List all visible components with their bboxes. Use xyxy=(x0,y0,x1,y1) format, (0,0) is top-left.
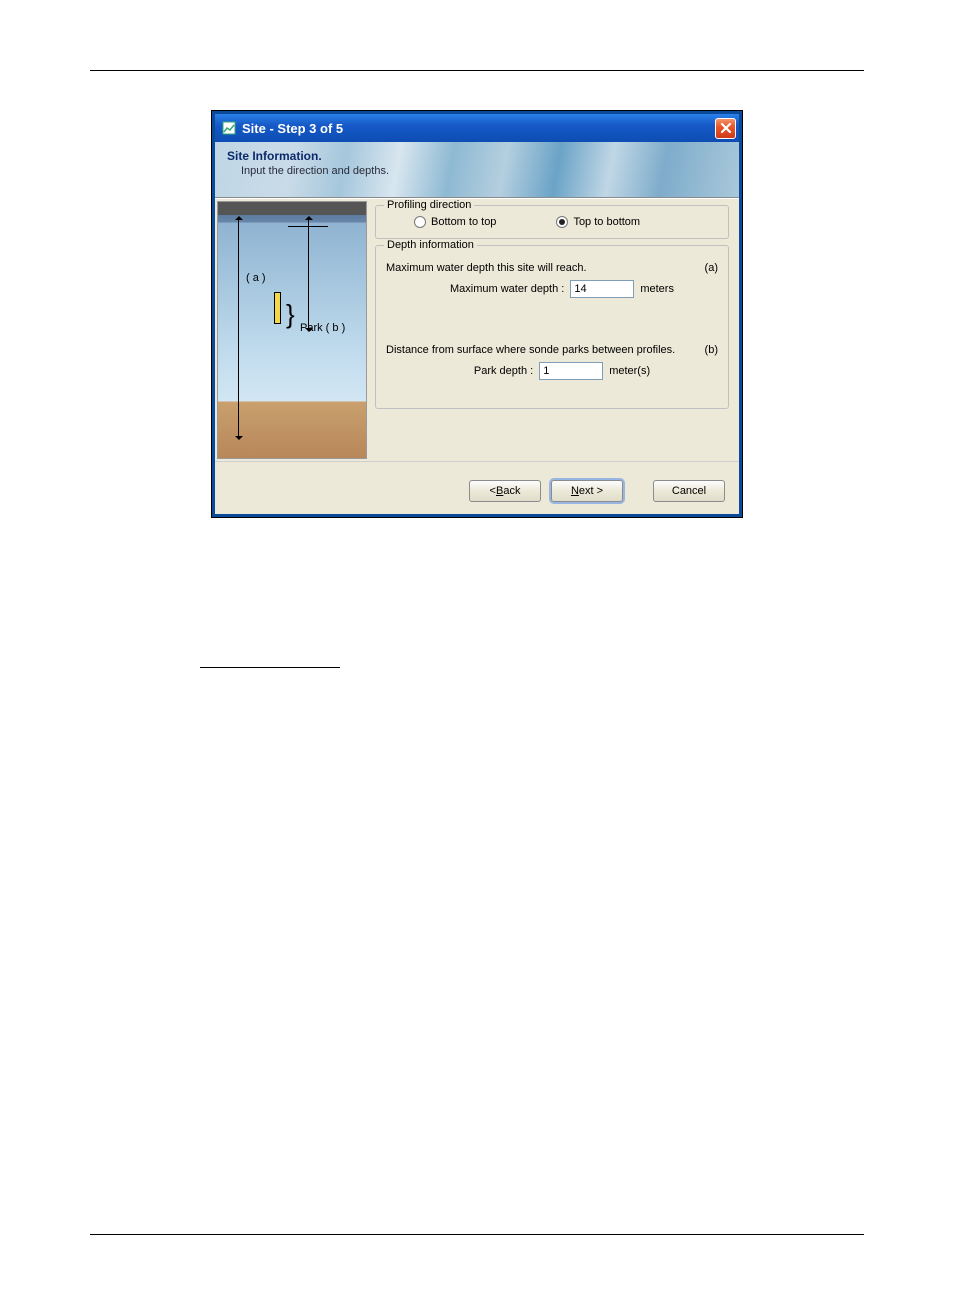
max-depth-unit: meters xyxy=(640,283,674,295)
profiling-legend: Profiling direction xyxy=(384,199,474,211)
park-depth-unit: meter(s) xyxy=(609,365,650,377)
titlebar-text: Site - Step 3 of 5 xyxy=(242,121,715,136)
illustration-arrow-a xyxy=(238,220,239,436)
profiling-direction-group: Profiling direction Bottom to top Top to… xyxy=(375,205,729,239)
app-icon xyxy=(221,120,237,136)
park-depth-label: Park depth : xyxy=(474,365,533,377)
cancel-button[interactable]: Cancel xyxy=(653,480,725,502)
document-underline xyxy=(200,667,340,668)
radio-bottom-to-top[interactable]: Bottom to top xyxy=(414,216,496,228)
page-top-rule xyxy=(90,70,864,71)
wizard-body: ( a ) } Park ( b ) Profiling direction B… xyxy=(215,198,739,461)
illustration-label-a: ( a ) xyxy=(246,272,266,284)
depth-information-group: Depth information Maximum water depth th… xyxy=(375,245,729,409)
park-depth-description: Distance from surface where sonde parks … xyxy=(386,344,675,356)
header-title: Site Information. xyxy=(227,149,727,163)
max-depth-input[interactable] xyxy=(570,280,634,298)
back-button[interactable]: < Back xyxy=(469,480,541,502)
wizard-button-row: < Back Next > Cancel xyxy=(215,461,739,514)
titlebar: Site - Step 3 of 5 xyxy=(215,114,739,142)
depth-legend: Depth information xyxy=(384,239,477,251)
illustration-arrow-b xyxy=(308,220,309,328)
park-depth-marker: (b) xyxy=(705,344,718,356)
header-subtitle: Input the direction and depths. xyxy=(241,165,727,177)
radio-icon xyxy=(556,216,568,228)
radio-top-to-bottom[interactable]: Top to bottom xyxy=(556,216,640,228)
radio-label: Top to bottom xyxy=(573,216,640,228)
wizard-header: Site Information. Input the direction an… xyxy=(215,142,739,198)
max-depth-description: Maximum water depth this site will reach… xyxy=(386,262,587,274)
max-depth-marker: (a) xyxy=(705,262,718,274)
next-button[interactable]: Next > xyxy=(551,480,623,502)
form-area: Profiling direction Bottom to top Top to… xyxy=(369,199,739,461)
radio-icon xyxy=(414,216,426,228)
illustration-label-b: Park ( b ) xyxy=(300,322,345,334)
close-button[interactable] xyxy=(715,118,736,139)
illustration-sonde xyxy=(274,292,281,324)
close-icon xyxy=(720,122,732,134)
park-depth-input[interactable] xyxy=(539,362,603,380)
illustration-brace: } xyxy=(286,305,295,323)
max-depth-label: Maximum water depth : xyxy=(450,283,564,295)
depth-illustration: ( a ) } Park ( b ) xyxy=(217,201,367,459)
site-wizard-dialog: Site - Step 3 of 5 Site Information. Inp… xyxy=(212,111,742,517)
radio-label: Bottom to top xyxy=(431,216,496,228)
